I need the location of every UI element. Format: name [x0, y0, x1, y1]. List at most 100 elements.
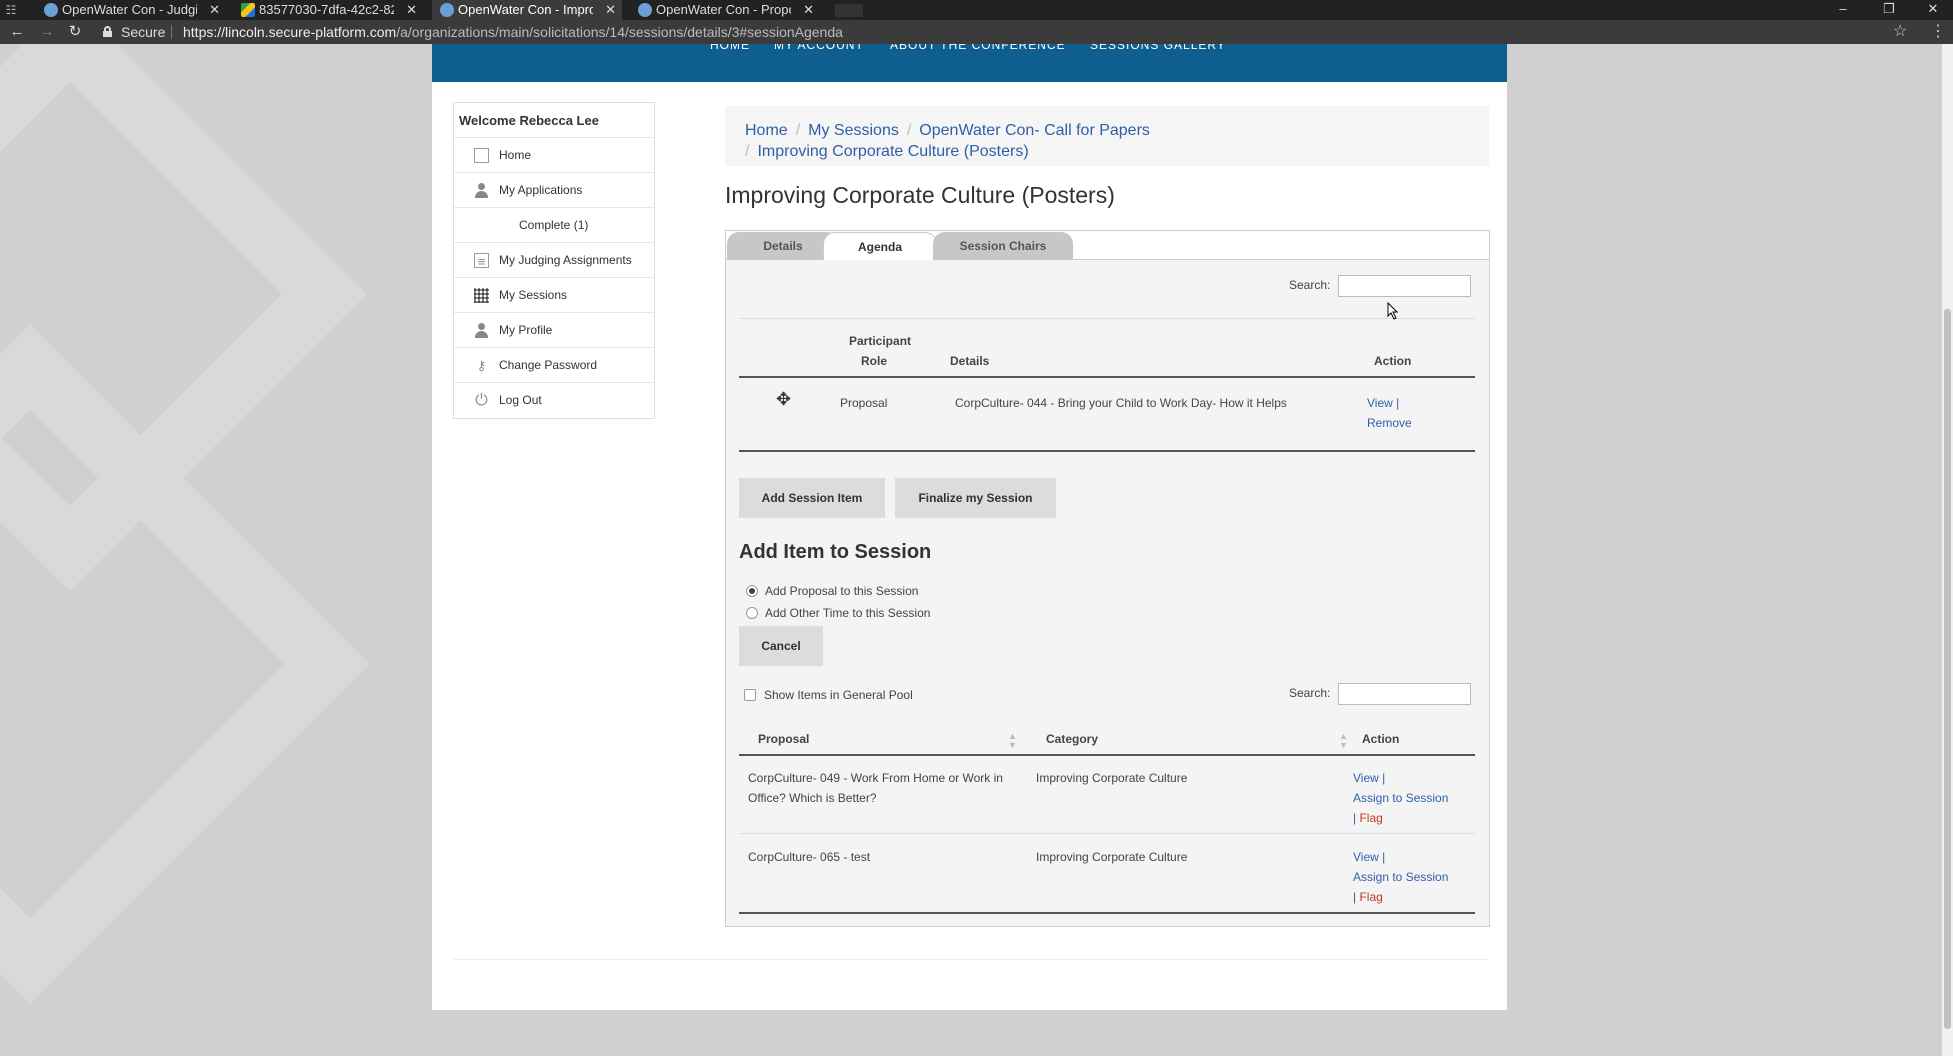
breadcrumb: Home / My Sessions / OpenWater Con- Call for… — [725, 106, 1489, 166]
assign-to-session-link[interactable]: Assign to Session — [1353, 867, 1448, 887]
url-path: /a/organizations/main/solicitations/14/s… — [396, 24, 843, 40]
drag-handle-icon[interactable]: ✥ — [776, 390, 791, 408]
scrollbar-thumb[interactable] — [1944, 309, 1951, 1029]
column-header-category[interactable]: Category — [1046, 729, 1098, 749]
mouse-cursor-icon — [1387, 302, 1399, 320]
column-header-action: Action — [1374, 354, 1412, 368]
tab-title: OpenWater Con - Impro — [458, 2, 593, 17]
table-divider — [739, 318, 1475, 319]
page-scrollbar[interactable] — [1942, 44, 1953, 1056]
tab-strip: Details Agenda Session Chairs — [726, 231, 1489, 261]
add-other-time-radio[interactable] — [746, 607, 758, 619]
column-header-details: Details — [950, 354, 990, 368]
sidebar-item-my-sessions[interactable]: My Sessions — [454, 278, 654, 313]
table-header-rule — [739, 376, 1475, 378]
row-proposal-line1: CorpCulture- 065 - test — [748, 850, 871, 864]
openwater-favicon-icon — [440, 3, 454, 17]
table-header-rule — [739, 754, 1475, 756]
breadcrumb-my-sessions[interactable]: My Sessions — [808, 122, 899, 139]
sidebar-item-label: My Sessions — [499, 288, 568, 302]
address-separator — [171, 25, 172, 39]
column-header-proposal[interactable]: Proposal — [758, 729, 809, 749]
restore-icon[interactable]: ❐ — [1869, 0, 1909, 20]
sidebar-item-change-password[interactable]: ⚷ Change Password — [454, 348, 654, 383]
judging-icon: ≡ — [474, 253, 489, 269]
cancel-button[interactable]: Cancel — [739, 626, 823, 666]
nav-home[interactable]: HOME — [710, 44, 750, 52]
close-tab-icon[interactable]: ✕ — [803, 0, 814, 20]
sidebar-item-complete[interactable]: Complete (1) — [454, 208, 654, 243]
add-proposal-label: Add Proposal to this Session — [765, 584, 919, 598]
url-host: https://lincoln.secure-platform.com — [183, 24, 397, 40]
breadcrumb-home[interactable]: Home — [745, 122, 788, 139]
column-header-role-line2: Role — [861, 354, 888, 368]
tab-session-chairs[interactable]: Session Chairs — [933, 232, 1073, 260]
browser-menu-icon[interactable]: ⋮ — [1930, 23, 1946, 41]
browser-tab-strip: ☷ OpenWater Con - Judgin ✕ 83577030-7dfa… — [0, 0, 1953, 20]
view-link[interactable]: View | — [1353, 768, 1385, 788]
flag-action: | Flag — [1353, 887, 1383, 907]
page-panel: HOME MY ACCOUNT ABOUT THE CONFERENCE SES… — [432, 44, 1507, 1010]
close-tab-icon[interactable]: ✕ — [209, 0, 220, 20]
table-bottom-rule — [739, 912, 1475, 914]
row-details: CorpCulture- 044 - Bring your Child to W… — [955, 396, 1287, 410]
minimize-icon[interactable]: – — [1823, 0, 1863, 20]
sidebar-item-log-out[interactable]: ⏻ Log Out — [454, 383, 654, 418]
session-tabs-container: Details Agenda Session Chairs Search: Pa… — [725, 230, 1490, 927]
lock-icon — [103, 26, 112, 37]
row-category: Improving Corporate Culture — [1036, 850, 1188, 864]
remove-link[interactable]: Remove — [1367, 413, 1412, 433]
assign-to-session-link[interactable]: Assign to Session — [1353, 788, 1448, 808]
close-tab-icon[interactable]: ✕ — [406, 0, 417, 20]
agenda-pane: Search: Participant Role Details Action … — [726, 260, 1489, 926]
sidebar-item-judging-assignments[interactable]: ≡ My Judging Assignments — [454, 243, 654, 278]
breadcrumb-call-for-papers[interactable]: OpenWater Con- Call for Papers — [919, 122, 1150, 139]
breadcrumb-separator: / — [745, 143, 750, 160]
url-field[interactable]: https://lincoln.secure-platform.com/a/or… — [183, 23, 843, 41]
app-menu-icon[interactable]: ☷ — [4, 3, 18, 17]
sidebar-item-home[interactable]: Home — [454, 138, 654, 173]
table-bottom-rule — [739, 450, 1475, 452]
view-link[interactable]: View | — [1367, 393, 1399, 413]
forward-arrow-icon[interactable]: → — [38, 23, 56, 41]
finalize-session-button[interactable]: Finalize my Session — [895, 478, 1056, 518]
show-general-pool-checkbox[interactable] — [744, 689, 756, 701]
add-proposal-radio[interactable] — [746, 585, 758, 597]
secure-label: Secure — [121, 24, 166, 40]
address-bar: ← → ↻ Secure https://lincoln.secure-plat… — [0, 20, 1953, 44]
home-icon — [474, 148, 489, 163]
flag-link[interactable]: Flag — [1359, 811, 1382, 825]
breadcrumb-current-session[interactable]: Improving Corporate Culture (Posters) — [757, 143, 1028, 160]
sidebar-item-label: Home — [499, 148, 532, 162]
sort-icon[interactable]: ▲ ▼ — [1008, 732, 1017, 750]
add-session-item-button[interactable]: Add Session Item — [739, 478, 885, 518]
agenda-search-input[interactable] — [1338, 275, 1471, 297]
new-tab-button[interactable] — [835, 4, 863, 17]
page-title: Improving Corporate Culture (Posters) — [725, 182, 1115, 208]
breadcrumb-separator: / — [906, 122, 912, 139]
breadcrumb-separator: / — [795, 122, 801, 139]
close-tab-icon[interactable]: ✕ — [605, 0, 616, 20]
pool-search-label: Search: — [1289, 686, 1331, 700]
view-link[interactable]: View | — [1353, 847, 1385, 867]
bookmark-star-icon[interactable]: ☆ — [1893, 23, 1907, 41]
reload-icon[interactable]: ↻ — [66, 23, 84, 41]
back-arrow-icon[interactable]: ← — [8, 23, 26, 41]
sidebar-item-label: My Applications — [499, 183, 583, 197]
pool-search-input[interactable] — [1338, 683, 1471, 705]
close-window-icon[interactable]: ✕ — [1913, 0, 1953, 20]
nav-my-account[interactable]: MY ACCOUNT — [774, 44, 864, 52]
sidebar-item-my-profile[interactable]: My Profile — [454, 313, 654, 348]
tab-agenda[interactable]: Agenda — [823, 232, 937, 261]
sidebar-item-my-applications[interactable]: My Applications — [454, 173, 654, 208]
nav-about-conference[interactable]: ABOUT THE CONFERENCE — [890, 44, 1066, 52]
nav-sessions-gallery[interactable]: SESSIONS GALLERY — [1090, 44, 1226, 52]
top-navigation: HOME MY ACCOUNT ABOUT THE CONFERENCE SES… — [432, 44, 1507, 82]
browser-tab-3[interactable]: OpenWater Con - Impro ✕ — [432, 0, 622, 20]
sessions-icon — [474, 288, 489, 303]
browser-tab-1[interactable]: OpenWater Con - Judgin ✕ — [36, 0, 226, 20]
browser-tab-2[interactable]: 83577030-7dfa-42c2-82e ✕ — [233, 0, 423, 20]
sort-icon[interactable]: ▲ ▼ — [1339, 732, 1348, 750]
flag-link[interactable]: Flag — [1359, 890, 1382, 904]
browser-tab-4[interactable]: OpenWater Con - Propo ✕ — [630, 0, 820, 20]
